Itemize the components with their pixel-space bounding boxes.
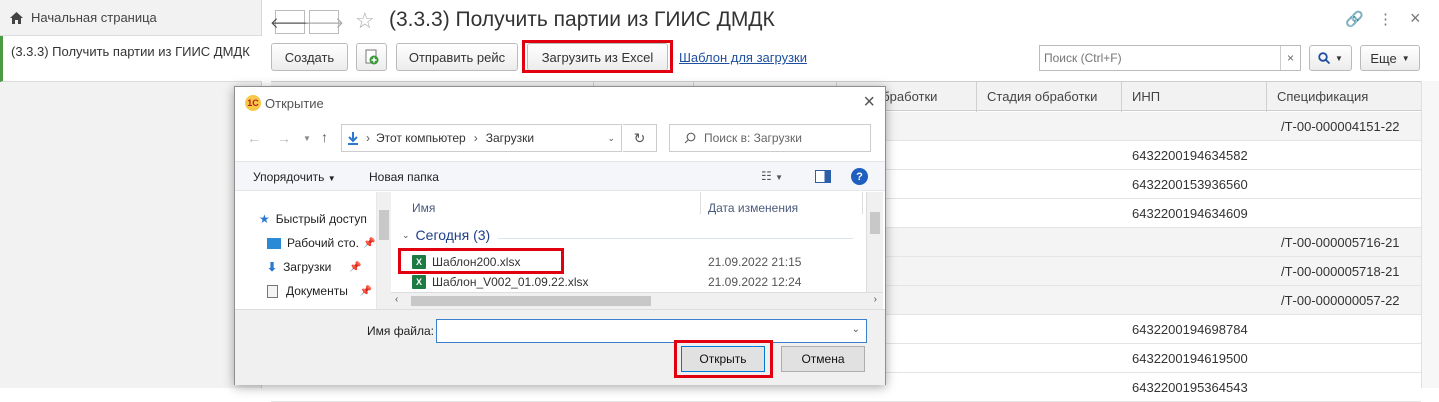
dialog-title: Открытие [265,96,324,111]
search-input[interactable] [1040,46,1276,70]
back-arrow-icon[interactable]: ← [247,130,261,146]
dialog-search-placeholder: Поиск в: Загрузки [704,131,802,145]
add-copy-button[interactable] [356,43,387,71]
file-row[interactable]: X Шаблон_V002_01.09.22.xlsx [412,272,589,292]
cancel-button[interactable]: Отмена [781,346,865,372]
excel-file-icon: X [412,275,426,289]
cell-inp: 6432200194634582 [1132,148,1248,163]
filename-field[interactable]: ⌄ [436,319,867,343]
refresh-icon[interactable]: ↻ [623,124,657,152]
documents-icon [267,284,278,298]
file-date: 21.09.2022 12:24 [708,275,802,289]
template-link[interactable]: Шаблон для загрузки [679,50,807,65]
preview-pane-icon[interactable] [815,170,831,183]
chevron-down-icon[interactable]: ⌄ [852,324,860,335]
chevron-down-icon: ▼ [1401,53,1410,63]
chevron-right-icon: › [366,131,370,145]
file-hscrollbar[interactable]: ‹ › [391,292,883,309]
open-file-dialog: 1С Открытие × ← → ▼ ↑ › Этот компьютер ›… [234,86,886,385]
filename-label: Имя файла: [367,324,434,338]
dialog-toolbar: Упорядочить ▼ Новая папка ☷ ▼ ? [235,161,885,191]
send-trip-button[interactable]: Отправить рейс [396,43,518,71]
home-icon [10,11,23,24]
search-icon [1318,52,1331,64]
home-label: Начальная страница [31,10,157,25]
nav-quick-access[interactable]: ★ Быстрый доступ [259,208,367,230]
cell-inp: 6432200194619500 [1132,351,1248,366]
add-document-icon [365,49,378,65]
link-icon[interactable]: 🔗 [1345,10,1364,28]
group-today[interactable]: ⌄ Сегодня (3) [402,227,490,243]
col-header-spec[interactable]: Спецификация [1277,89,1368,104]
downloads-folder-icon [348,132,358,145]
breadcrumb-computer[interactable]: Этот компьютер [376,131,466,145]
star-icon[interactable]: ☆ [355,8,375,34]
nav-desktop[interactable]: Рабочий сто. 📌 [267,232,375,254]
highlight-open [674,340,773,378]
cell-spec: /Т-00-000000057-22 [1281,293,1400,308]
pin-icon: 📌 [362,237,376,249]
app-logo-icon: 1С [245,95,261,111]
search-icon [684,132,696,144]
search-box: × [1039,45,1301,71]
arrow-right-icon: 🡒 [303,14,345,32]
dialog-nav-pane: ★ Быстрый доступ Рабочий сто. 📌 ⬇ Загрузки 📌… [235,192,391,310]
nav-scrollbar[interactable] [376,192,391,310]
download-arrow-icon: ⬇ [267,260,278,274]
breadcrumb-downloads[interactable]: Загрузки [486,131,534,145]
up-arrow-icon[interactable]: ↑ [321,129,328,145]
more-button[interactable]: Еще ▼ [1360,45,1420,71]
forward-button[interactable]: 🡒 [304,10,344,34]
left-panel: Начальная страница (3.3.3) Получить парт… [0,0,262,388]
table-scrollbar[interactable] [1421,81,1439,388]
desktop-icon [267,237,281,249]
more-label: Еще [1370,50,1397,66]
nav-documents[interactable]: Документы 📌 [267,280,372,302]
highlight-load-excel [522,40,673,73]
address-bar[interactable]: › Этот компьютер › Загрузки ⌄ [341,124,622,152]
pin-icon: 📌 [349,261,362,273]
home-link[interactable]: Начальная страница [0,0,262,36]
highlight-file [398,248,564,274]
chevron-down-icon[interactable]: ⌄ [607,133,615,144]
col-header-inp[interactable]: ИНП [1132,89,1160,104]
search-button[interactable]: ▼ [1309,45,1352,71]
history-chevron-icon[interactable]: ▼ [303,134,311,143]
star-icon: ★ [259,212,270,226]
sidebar-item-active[interactable]: (3.3.3) Получить партии из ГИИС ДМДК [0,36,262,82]
dialog-search-box[interactable]: Поиск в: Загрузки [669,124,871,152]
cell-spec: /Т-00-000005718-21 [1281,264,1400,279]
more-vert-icon[interactable]: ⋮ [1378,10,1393,28]
chevron-down-icon: ▼ [1335,53,1343,63]
cell-spec: /Т-00-000005716-21 [1281,235,1400,250]
new-folder-button[interactable]: Новая папка [369,170,439,184]
file-vscrollbar[interactable] [866,192,883,292]
organize-button[interactable]: Упорядочить ▼ [253,170,336,184]
dialog-close-icon[interactable]: × [863,91,875,114]
help-icon[interactable]: ? [851,168,868,185]
cell-inp: 6432200194698784 [1132,322,1248,337]
col-header-name[interactable]: Имя [412,201,435,215]
view-options-icon[interactable]: ☷ ▼ [761,169,783,183]
chevron-down-icon: ⌄ [402,229,410,240]
nav-downloads[interactable]: ⬇ Загрузки 📌 [267,256,362,278]
col-header-stage[interactable]: Стадия обработки [987,89,1097,104]
forward-arrow-icon[interactable]: → [277,130,291,146]
cell-spec: /Т-00-000004151-22 [1281,119,1400,134]
file-date: 21.09.2022 21:15 [708,255,802,269]
clear-search-icon[interactable]: × [1280,46,1300,70]
cell-inp: 6432200194634609 [1132,206,1248,221]
col-header-date[interactable]: Дата изменения [708,201,798,215]
cell-inp: 6432200153936560 [1132,177,1248,192]
close-icon[interactable]: × [1410,8,1421,29]
chevron-right-icon: › [473,131,478,145]
pin-icon: 📌 [359,285,373,297]
back-button[interactable]: 🡐 [270,10,310,34]
page-title: (3.3.3) Получить партии из ГИИС ДМДК [389,8,775,31]
create-button[interactable]: Создать [271,43,348,71]
